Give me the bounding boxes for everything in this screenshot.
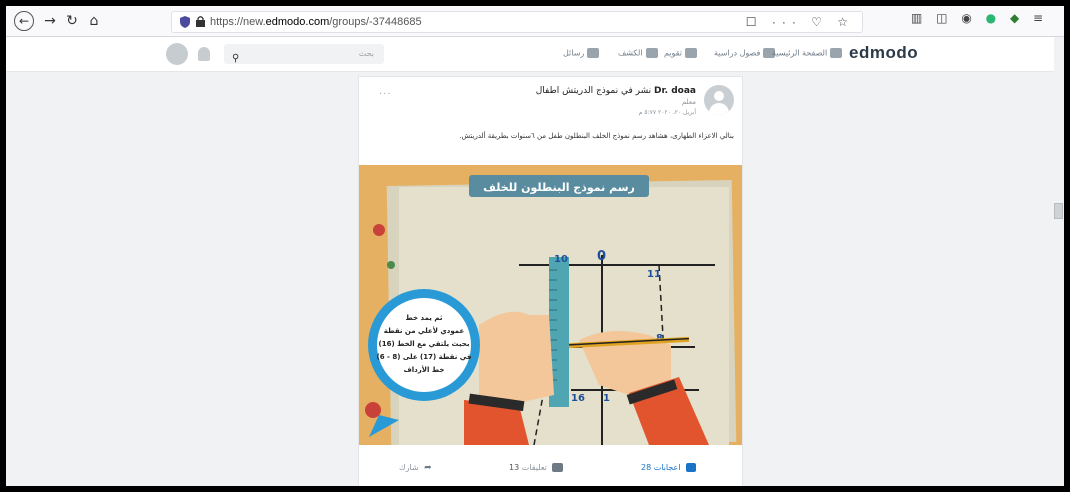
comment-icon: [552, 463, 564, 472]
edmodo-logo[interactable]: edmodo: [849, 43, 918, 63]
page-actions-icons[interactable]: ☐ ··· ♡ ☆: [746, 12, 854, 32]
post-date: أبريل ٢٠، ٢٠٢٠ ٥:٧٧ م: [638, 109, 696, 116]
share-label: شارك: [399, 463, 419, 472]
extension-icon[interactable]: ●: [986, 11, 996, 25]
search-input[interactable]: ⚲ بحث: [224, 44, 384, 64]
shield-icon: [180, 16, 190, 28]
browser-tools: ▥ ◫ ◉ ● ◆ ≡: [911, 11, 1053, 25]
url-domain: edmodo.com: [265, 16, 330, 28]
svg-text:(6 - 8) في نقطة (17) على: (6 - 8) في نقطة (17) على: [377, 353, 472, 361]
comments-count: 13: [509, 463, 520, 472]
url-field[interactable]: https://new.edmodo.com/groups/-37448685 …: [171, 11, 863, 33]
library-icon[interactable]: ▥: [911, 11, 922, 25]
share-button[interactable]: شارك ➦: [399, 463, 432, 473]
home-icon[interactable]: ⌂: [84, 11, 104, 31]
user-avatar[interactable]: [166, 43, 188, 65]
svg-text:1: 1: [603, 393, 610, 404]
post-image[interactable]: رسم نموذج البنطلون للخلف 10 0 11 16 1 ثم…: [359, 165, 742, 445]
like-button[interactable]: 28 اعجابات: [641, 463, 697, 472]
post-group[interactable]: نشر في نموذج الدريتش اطفال: [536, 86, 651, 96]
addon-icon[interactable]: ◆: [1010, 11, 1019, 25]
chat-icon: [587, 48, 600, 58]
svg-text:عمودي لأعلي من نقطة: عمودي لأعلي من نقطة: [384, 326, 465, 335]
post-actions: 28 اعجابات 13 تعليقات شارك ➦: [359, 455, 742, 485]
share-icon: ➦: [424, 463, 432, 473]
nav-home[interactable]: الصفحة الرئيسية: [772, 48, 843, 58]
nav-messages[interactable]: رسائل: [563, 48, 600, 58]
search-placeholder: بحث: [358, 49, 374, 58]
sidebar-icon[interactable]: ◫: [936, 11, 947, 25]
pattern-illustration: رسم نموذج البنطلون للخلف 10 0 11 16 1 ثم…: [359, 165, 742, 445]
site-header: ⚲ بحث رسائل الكشف تقويم فصول دراسية الصف…: [6, 37, 1064, 72]
forward-icon[interactable]: →: [40, 11, 60, 31]
url-prefix: https://new.: [210, 16, 266, 28]
nav-discover[interactable]: الكشف: [618, 48, 658, 58]
rocket-icon: [645, 48, 658, 58]
reload-icon[interactable]: ↻: [62, 11, 82, 31]
back-icon[interactable]: ←: [14, 11, 34, 31]
nav-classes[interactable]: فصول دراسية: [714, 48, 776, 58]
page-scrollbar[interactable]: [1054, 37, 1064, 486]
menu-icon[interactable]: ≡: [1033, 11, 1043, 25]
likes-count: 28: [641, 463, 652, 472]
svg-text:16: 16: [571, 393, 585, 404]
author-avatar[interactable]: [704, 85, 734, 115]
nav-calendar[interactable]: تقويم: [664, 48, 697, 58]
svg-text:ثم يمد خط: ثم يمد خط: [406, 314, 443, 322]
comments-label: تعليقات: [521, 463, 547, 472]
comment-button[interactable]: 13 تعليقات: [509, 463, 564, 472]
svg-text:(16) بحيث يلتقي مع الخط: (16) بحيث يلتقي مع الخط: [379, 340, 470, 348]
post-card: Dr. doaa نشر في نموذج الدريتش اطفال معلم…: [358, 76, 743, 486]
svg-text:10: 10: [554, 254, 568, 265]
screen: ← → ↻ ⌂ https://new.edmodo.com/groups/-3…: [6, 6, 1064, 486]
scrollbar-thumb[interactable]: [1054, 203, 1063, 219]
post-options-icon[interactable]: ···: [379, 89, 392, 100]
svg-text:خط الأرداف: خط الأرداف: [404, 365, 445, 374]
notifications-icon[interactable]: [198, 47, 210, 61]
author-role: معلم: [681, 98, 696, 106]
thumbs-up-icon: [686, 463, 697, 472]
post-author-line: Dr. doaa نشر في نموذج الدريتش اطفال: [536, 86, 696, 96]
post-author[interactable]: Dr. doaa: [654, 86, 696, 96]
image-title: رسم نموذج البنطلون للخلف: [483, 181, 635, 195]
lock-icon: [196, 16, 205, 27]
post-text: بنالي الاعزاء الطهارى، هشاهد رسم نموذج ا…: [459, 132, 734, 140]
calendar-icon: [684, 48, 697, 58]
search-icon: ⚲: [232, 53, 240, 64]
svg-text:0: 0: [597, 249, 606, 264]
svg-text:11: 11: [647, 269, 661, 280]
browser-toolbar: ← → ↻ ⌂ https://new.edmodo.com/groups/-3…: [6, 6, 1064, 37]
url-path: /groups/-37448685: [329, 16, 422, 28]
account-icon[interactable]: ◉: [961, 11, 971, 25]
likes-label: اعجابات: [653, 463, 681, 472]
home-nav-icon: [830, 48, 843, 58]
